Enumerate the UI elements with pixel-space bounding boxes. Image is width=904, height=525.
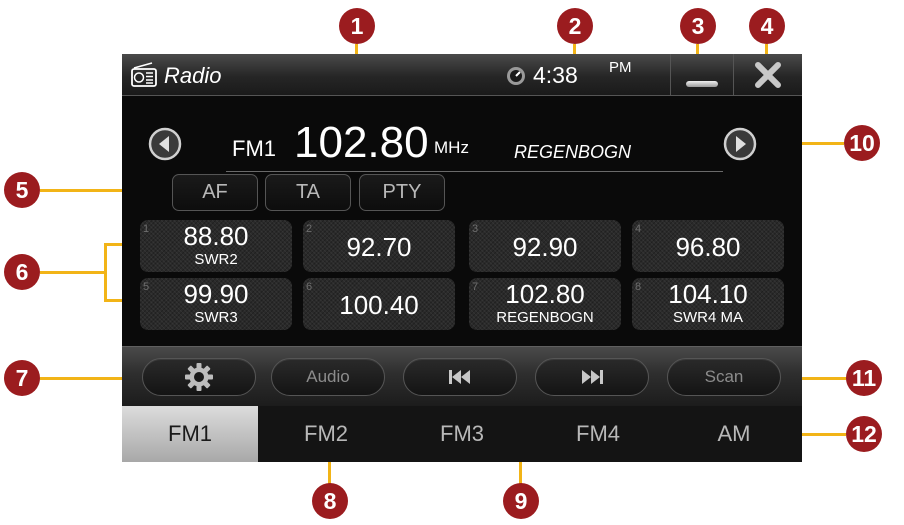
gear-icon	[185, 363, 213, 391]
preset-station: SWR3	[194, 309, 238, 326]
preset-station: REGENBOGN	[496, 309, 594, 326]
tab-fm4[interactable]: FM4	[530, 406, 666, 462]
preset-frequency: 88.80	[183, 221, 249, 251]
close-button[interactable]	[733, 54, 802, 96]
minimize-icon	[686, 81, 718, 87]
band-label: FM1	[232, 136, 276, 161]
callout-5: 5	[4, 172, 40, 208]
callout-11: 11	[846, 360, 882, 396]
minimize-button[interactable]	[670, 54, 732, 96]
skip-previous-icon	[449, 370, 470, 384]
preset-4[interactable]: 4 96.80	[632, 220, 784, 272]
settings-button[interactable]	[142, 358, 256, 396]
preset-grid: 1 88.80 SWR2 2 92.70 3 92.90 4 96.80 5 9…	[140, 220, 784, 332]
callout-7: 7	[4, 360, 40, 396]
callout-6-leader-bracket	[104, 243, 107, 302]
radio-icon	[131, 62, 157, 87]
pty-button[interactable]: PTY	[359, 174, 445, 211]
callout-9: 9	[503, 483, 539, 519]
tab-fm1[interactable]: FM1	[122, 406, 258, 462]
preset-frequency: 92.70	[346, 232, 412, 262]
preset-frequency: 99.90	[183, 279, 249, 309]
preset-8[interactable]: 8 104.10 SWR4 MA	[632, 278, 784, 330]
control-bar: Audio Scan	[122, 346, 802, 406]
preset-5[interactable]: 5 99.90 SWR3	[140, 278, 292, 330]
callout-10: 10	[844, 125, 880, 161]
callout-1: 1	[339, 8, 375, 44]
tab-fm3[interactable]: FM3	[394, 406, 530, 462]
frequency-display: FM1 102.80 MHz REGENBOGN	[122, 96, 802, 172]
tab-fm2[interactable]: FM2	[258, 406, 394, 462]
skip-next-icon	[582, 370, 603, 384]
frequency-divider	[226, 171, 723, 172]
callout-4: 4	[749, 8, 785, 44]
callout-6: 6	[4, 254, 40, 290]
af-button[interactable]: AF	[172, 174, 258, 211]
preset-7[interactable]: 7 102.80 REGENBOGN	[469, 278, 621, 330]
frequency-value: 102.80	[294, 118, 429, 167]
preset-frequency: 104.10	[668, 279, 748, 309]
preset-frequency: 102.80	[505, 279, 585, 309]
preset-station: SWR2	[194, 251, 238, 268]
callout-2: 2	[557, 8, 593, 44]
station-name: REGENBOGN	[514, 142, 632, 162]
arrow-left-icon[interactable]	[148, 127, 182, 161]
preset-2[interactable]: 2 92.70	[303, 220, 455, 272]
clock-time: 4:38	[533, 62, 578, 88]
arrow-right-icon[interactable]	[723, 127, 757, 161]
band-bar: FM1 FM2 FM3 FM4 AM	[122, 406, 802, 462]
radio-screen: Radio 4:38 PM FM1 102.80 MHz REGENBOGN A…	[122, 54, 802, 462]
preset-frequency: 100.40	[339, 290, 419, 320]
clock-ampm: PM	[609, 59, 632, 76]
callout-6-leader-stem	[40, 271, 106, 274]
preset-station: SWR4 MA	[672, 309, 743, 326]
preset-frequency: 96.80	[675, 232, 741, 262]
ta-button[interactable]: TA	[265, 174, 351, 211]
seek-previous-button[interactable]	[403, 358, 517, 396]
callout-8: 8	[312, 483, 348, 519]
preset-1[interactable]: 1 88.80 SWR2	[140, 220, 292, 272]
tab-am[interactable]: AM	[666, 406, 802, 462]
frequency-unit: MHz	[434, 138, 469, 157]
callout-3: 3	[680, 8, 716, 44]
preset-frequency: 92.90	[512, 232, 578, 262]
preset-6[interactable]: 6 100.40	[303, 278, 455, 330]
scan-button[interactable]: Scan	[667, 358, 781, 396]
clock-icon	[507, 67, 525, 85]
app-title: Radio	[164, 63, 222, 88]
audio-button[interactable]: Audio	[271, 358, 385, 396]
close-icon	[755, 62, 781, 88]
callout-12: 12	[846, 416, 882, 452]
seek-next-button[interactable]	[535, 358, 649, 396]
title-bar: Radio 4:38 PM	[122, 54, 802, 96]
preset-3[interactable]: 3 92.90	[469, 220, 621, 272]
